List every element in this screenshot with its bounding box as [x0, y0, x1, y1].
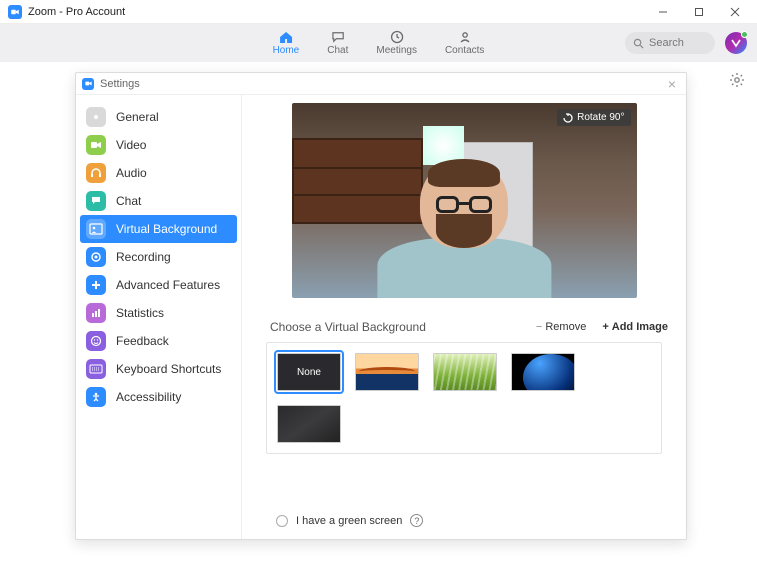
rotate-label: Rotate 90° — [577, 112, 624, 123]
plus-icon — [86, 275, 106, 295]
sidebar-item-label: Recording — [116, 250, 171, 264]
contacts-icon — [457, 30, 473, 44]
settings-content: Rotate 90° Choose a Virtual Background −… — [242, 95, 686, 539]
preview-person — [367, 126, 560, 298]
sidebar-item-label: General — [116, 110, 159, 124]
profile-avatar[interactable] — [725, 32, 747, 54]
rotate-icon — [563, 113, 573, 123]
sidebar-item-label: Statistics — [116, 306, 164, 320]
vbg-thumb-earth[interactable] — [511, 353, 575, 391]
top-nav: Home Chat Meetings Contacts Search — [0, 24, 757, 62]
home-icon — [278, 30, 294, 44]
sidebar-item-recording[interactable]: Recording — [76, 243, 241, 271]
vbg-thumb-grass[interactable] — [433, 353, 497, 391]
plus-icon: + — [602, 321, 608, 333]
chat-icon — [330, 30, 346, 44]
remove-image-button[interactable]: − Remove — [536, 321, 586, 333]
sidebar-item-chat[interactable]: Chat — [76, 187, 241, 215]
choose-vbg-title: Choose a Virtual Background — [270, 320, 426, 334]
nav-chat[interactable]: Chat — [327, 30, 348, 56]
settings-window: Settings × General Video Audio Chat V — [75, 72, 687, 540]
settings-title: Settings — [100, 78, 140, 90]
accessibility-icon — [86, 387, 106, 407]
sidebar-item-label: Virtual Background — [116, 222, 217, 236]
window-close-button[interactable] — [717, 0, 753, 24]
rotate-90-button[interactable]: Rotate 90° — [557, 109, 630, 126]
sidebar-item-video[interactable]: Video — [76, 131, 241, 159]
settings-close-button[interactable]: × — [664, 76, 680, 92]
sidebar-item-label: Video — [116, 138, 146, 152]
search-input[interactable]: Search — [625, 32, 715, 54]
zoom-logo-icon — [82, 78, 94, 90]
nav-home-label: Home — [273, 45, 300, 56]
video-preview: Rotate 90° — [292, 103, 637, 298]
green-screen-label: I have a green screen — [296, 515, 402, 527]
sidebar-item-label: Advanced Features — [116, 278, 220, 292]
vbg-thumb-none[interactable]: None — [277, 353, 341, 391]
sidebar-item-label: Keyboard Shortcuts — [116, 362, 221, 376]
sidebar-item-label: Audio — [116, 166, 147, 180]
sidebar-item-audio[interactable]: Audio — [76, 159, 241, 187]
presence-dot-icon — [741, 31, 748, 38]
nav-contacts-label: Contacts — [445, 45, 484, 56]
search-placeholder: Search — [649, 37, 684, 49]
headphones-icon — [86, 163, 106, 183]
vbg-thumb-none-label: None — [297, 367, 321, 378]
add-image-button[interactable]: + Add Image — [602, 321, 668, 333]
clock-icon — [389, 30, 405, 44]
window-minimize-button[interactable] — [645, 0, 681, 24]
search-icon — [633, 38, 644, 49]
settings-gear-button[interactable] — [729, 72, 745, 88]
add-label: Add Image — [612, 321, 668, 333]
sidebar-item-advanced[interactable]: Advanced Features — [76, 271, 241, 299]
nav-meetings[interactable]: Meetings — [376, 30, 417, 56]
sidebar-item-statistics[interactable]: Statistics — [76, 299, 241, 327]
nav-contacts[interactable]: Contacts — [445, 30, 484, 56]
vbg-thumbnails-box: None — [266, 342, 662, 454]
zoom-logo-icon — [8, 5, 22, 19]
sidebar-item-label: Accessibility — [116, 390, 181, 404]
settings-titlebar: Settings × — [76, 73, 686, 95]
window-maximize-button[interactable] — [681, 0, 717, 24]
video-icon — [86, 135, 106, 155]
smiley-icon — [86, 331, 106, 351]
vbg-thumb-bridge[interactable] — [355, 353, 419, 391]
sidebar-item-shortcuts[interactable]: Keyboard Shortcuts — [76, 355, 241, 383]
gear-icon — [86, 107, 106, 127]
help-icon[interactable]: ? — [410, 514, 423, 527]
settings-sidebar: General Video Audio Chat Virtual Backgro… — [76, 95, 242, 539]
sidebar-item-label: Chat — [116, 194, 141, 208]
nav-meetings-label: Meetings — [376, 45, 417, 56]
sidebar-item-virtual-background[interactable]: Virtual Background — [80, 215, 237, 243]
sidebar-item-label: Feedback — [116, 334, 169, 348]
window-titlebar: Zoom - Pro Account — [0, 0, 757, 24]
nav-home[interactable]: Home — [273, 30, 300, 56]
vbg-thumb-custom[interactable] — [277, 405, 341, 443]
chat-bubble-icon — [86, 191, 106, 211]
window-title: Zoom - Pro Account — [28, 6, 125, 18]
keyboard-icon — [86, 359, 106, 379]
virtual-bg-icon — [86, 219, 106, 239]
sidebar-item-accessibility[interactable]: Accessibility — [76, 383, 241, 411]
nav-chat-label: Chat — [327, 45, 348, 56]
sidebar-item-feedback[interactable]: Feedback — [76, 327, 241, 355]
bar-chart-icon — [86, 303, 106, 323]
green-screen-radio[interactable] — [276, 515, 288, 527]
sidebar-item-general[interactable]: General — [76, 103, 241, 131]
record-icon — [86, 247, 106, 267]
remove-label: Remove — [545, 321, 586, 333]
minus-icon: − — [536, 321, 542, 333]
